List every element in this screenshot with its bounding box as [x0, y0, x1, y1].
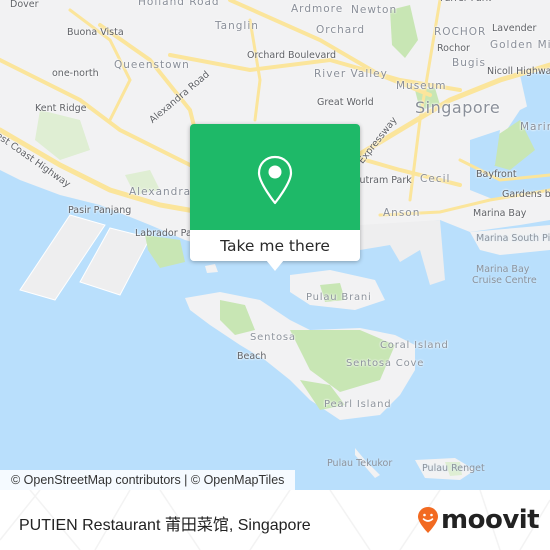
park-labrador — [145, 235, 185, 268]
label-one-north: one-north — [52, 68, 99, 79]
label-bayfront: Bayfront — [476, 169, 517, 180]
label-pulau-renget: Pulau Renget — [422, 463, 485, 474]
label-pasir-panjang: Pasir Panjang — [68, 205, 132, 216]
label-buona-vista: Buona Vista — [67, 27, 124, 38]
label-queenstown: Queenstown — [114, 59, 190, 71]
popup-tail — [266, 260, 284, 271]
take-me-there-button[interactable]: Take me there — [190, 230, 360, 261]
kallang-river — [520, 70, 550, 120]
label-sentosa: Sentosa — [250, 332, 296, 343]
label-beach: Beach — [237, 351, 267, 362]
islet-1 — [205, 264, 218, 273]
label-tanglin: Tanglin — [215, 20, 259, 32]
popup-header — [190, 124, 360, 230]
label-singapore: Singapore — [415, 98, 501, 117]
label-nicoll-highway: Nicoll Highway — [487, 66, 550, 77]
label-holland-road: Holland Road — [138, 0, 220, 8]
label-lavender: Lavender — [492, 23, 537, 34]
label-newton: Newton — [351, 4, 398, 16]
label-cruise-centre-2: Cruise Centre — [472, 275, 537, 286]
label-great-world: Great World — [317, 97, 374, 108]
label-pulau-tekukor: Pulau Tekukor — [327, 458, 393, 469]
label-orchard-boulevard: Orchard Boulevard — [247, 50, 337, 61]
location-popup: Take me there — [190, 124, 360, 271]
moovit-pin-icon — [418, 507, 438, 533]
map-attribution[interactable]: © OpenStreetMap contributors | © OpenMap… — [0, 470, 296, 490]
label-museum: Museum — [396, 80, 447, 92]
moovit-wordmark: moovit — [441, 505, 540, 535]
label-farrer-park: Farrer Park — [440, 0, 491, 4]
moovit-logo[interactable]: moovit — [417, 505, 540, 535]
label-coral-island: Coral Island — [380, 340, 449, 351]
label-cruise-centre-1: Marina Bay — [476, 264, 530, 275]
label-sentosa-cove: Sentosa Cove — [346, 358, 425, 369]
location-pin-icon — [257, 155, 293, 205]
label-pearl-island: Pearl Island — [324, 399, 392, 410]
footer: PUTIEN Restaurant 莆田菜馆, Singapore moovit — [0, 490, 550, 550]
label-ardmore: Ardmore — [291, 3, 344, 15]
label-cecil: Cecil — [420, 173, 451, 185]
label-marina-bay: Marina Bay — [473, 208, 527, 219]
label-river-valley: River Valley — [314, 68, 388, 80]
label-anson: Anson — [383, 207, 421, 219]
pasir-panjang-terminal — [19, 214, 106, 301]
label-orchard: Orchard — [316, 24, 366, 36]
tanjong-pagar-terminal — [360, 220, 445, 285]
map-view[interactable]: Dover Holland Road Ardmore Newton Farrer… — [0, 0, 550, 490]
label-outram-park: Outram Park — [352, 175, 412, 186]
label-dover: Dover — [10, 0, 39, 10]
label-bugis: Bugis — [452, 57, 486, 69]
label-pulau-brani: Pulau Brani — [306, 292, 372, 303]
label-rochor-district: ROCHOR — [434, 26, 487, 38]
label-gardens-by: Gardens by — [502, 189, 550, 200]
label-golden-mile: Golden Mile — [490, 39, 550, 51]
label-alexandra: Alexandra — [129, 186, 192, 198]
label-kent-ridge: Kent Ridge — [35, 103, 87, 114]
label-marina: Marina — [520, 121, 550, 133]
place-name: PUTIEN Restaurant 莆田菜馆, Singapore — [19, 517, 311, 534]
label-rochor: Rochor — [437, 43, 470, 54]
label-marina-south-pier: Marina South Pier — [476, 233, 550, 244]
